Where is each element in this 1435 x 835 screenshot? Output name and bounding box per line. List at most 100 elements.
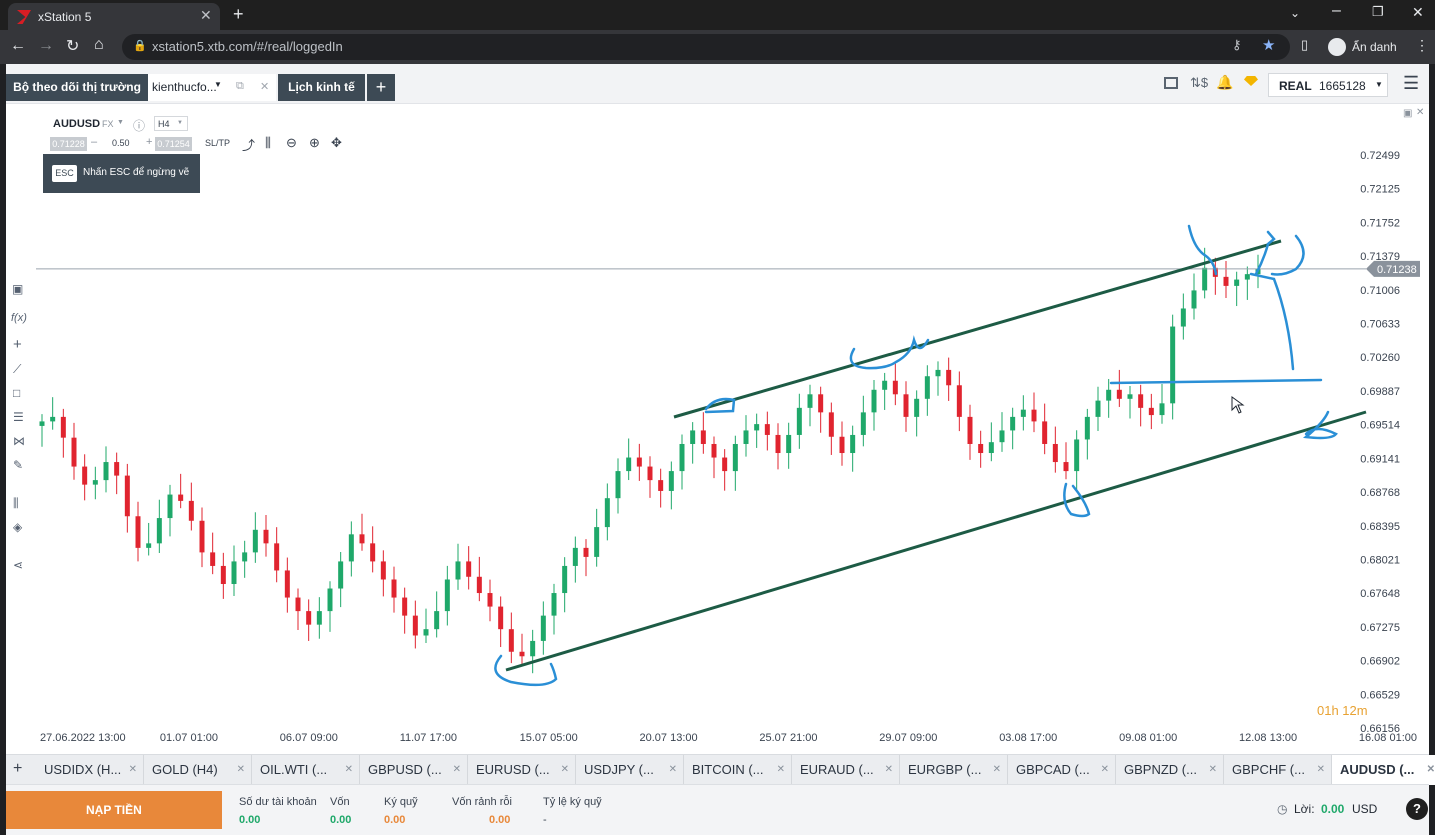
deposit-button[interactable]: NẠP TIỀN (6, 791, 222, 829)
sidepanel-icon[interactable]: ▯ (1301, 37, 1308, 53)
instrument-tab-label: GBPCAD (... (1016, 762, 1090, 777)
candle-body (380, 561, 386, 580)
profile-label[interactable]: Ẩn danh (1352, 40, 1397, 54)
tab-search-icon[interactable]: ⌄ (1290, 6, 1300, 20)
candle-body (743, 430, 749, 444)
instrument-tab[interactable]: USDJPY (... ✕ (576, 755, 684, 785)
candle-body (50, 416, 56, 422)
close-icon[interactable]: ✕ (669, 755, 677, 785)
close-icon[interactable]: ✕ (561, 755, 569, 785)
forward-icon[interactable]: → (38, 37, 54, 55)
close-icon[interactable]: ✕ (237, 755, 245, 785)
candle-body (732, 443, 738, 472)
profit-currency: USD (1352, 802, 1378, 816)
candle-body (327, 588, 333, 612)
close-icon[interactable]: ✕ (453, 755, 461, 785)
chart-area[interactable]: ▣ f(x) + ⟋ □ ☰ ⋈ ✎ ⫼ ◈ ⋖ AUDUSD FX ▼ ⓘ H… (6, 104, 1429, 754)
candle-body (423, 629, 429, 636)
tab-dropdown-icon[interactable]: ▼ (214, 80, 222, 89)
bookmark-star-icon[interactable]: ★ (1262, 36, 1275, 54)
home-icon[interactable]: ⌂ (94, 36, 104, 54)
close-icon[interactable]: ✕ (993, 755, 1001, 785)
instrument-tab[interactable]: BITCOIN (... ✕ (684, 755, 792, 785)
new-tab-icon[interactable]: + (233, 4, 244, 25)
add-tab-button[interactable]: + (367, 74, 395, 101)
profit-value: 0.00 (1321, 802, 1345, 816)
price-chart[interactable]: 0.724990.721250.717520.713790.710060.706… (6, 104, 1429, 754)
close-icon[interactable]: ✕ (777, 755, 785, 785)
candle-body (1052, 443, 1058, 463)
instrument-tab[interactable]: GBPNZD (... ✕ (1116, 755, 1224, 785)
instrument-tab[interactable]: GBPCHF (... ✕ (1224, 755, 1332, 785)
instrument-tab-label: GBPUSD (... (368, 762, 442, 777)
current-price-label: 0.71238 (1377, 264, 1417, 276)
tab-market-watch[interactable]: Bộ theo dõi thị trường (6, 74, 148, 101)
candle-body (210, 552, 216, 566)
close-icon[interactable]: ✕ (345, 755, 353, 785)
close-icon[interactable]: ✕ (129, 755, 137, 785)
restore-icon[interactable]: ❐ (1372, 4, 1384, 20)
margin-label: Ký quỹ (384, 796, 418, 808)
incognito-avatar-icon[interactable] (1328, 38, 1346, 56)
omnibox[interactable]: 🔒 xstation5.xtb.com/#/real/loggedIn ⚷ ★ (122, 34, 1290, 60)
instrument-tab[interactable]: GOLD (H4) ✕ (144, 755, 252, 785)
candle-body (828, 412, 834, 437)
help-icon[interactable]: ? (1406, 798, 1428, 820)
tab-close-icon[interactable]: ✕ (260, 80, 269, 93)
tab-close-icon[interactable]: ✕ (200, 7, 212, 24)
candle-body (1138, 394, 1144, 408)
browser-menu-icon[interactable]: ⋮ (1415, 37, 1429, 54)
hamburger-menu-icon[interactable]: ☰ (1403, 73, 1419, 94)
close-icon[interactable]: ✕ (1209, 755, 1217, 785)
layout-icon[interactable] (1164, 77, 1178, 89)
candle-body (167, 494, 173, 519)
candle-body (700, 430, 706, 444)
candle-body (1106, 389, 1112, 401)
premium-diamond-icon[interactable] (1244, 76, 1258, 86)
candle-body (455, 561, 461, 580)
tab-economic-calendar[interactable]: Lịch kinh tế (278, 74, 365, 101)
candle-body (1202, 267, 1208, 291)
close-icon[interactable]: ✕ (1317, 755, 1325, 785)
instrument-tab[interactable]: EURGBP (... ✕ (900, 755, 1008, 785)
instrument-tab[interactable]: EURAUD (... ✕ (792, 755, 900, 785)
instrument-tab[interactable]: GBPUSD (... ✕ (360, 755, 468, 785)
quotes-icon[interactable]: ⇅$ (1190, 75, 1208, 91)
key-icon[interactable]: ⚷ (1232, 37, 1242, 53)
reload-icon[interactable]: ↻ (66, 36, 79, 56)
balance-value: 0.00 (239, 814, 261, 826)
y-tick-label: 0.66902 (1360, 656, 1400, 668)
tab-user-chart[interactable]: kienthucfo... ▼ ⧉ ✕ (148, 74, 276, 101)
popout-icon[interactable]: ⧉ (236, 80, 244, 93)
x-tick-label: 12.08 13:00 (1239, 732, 1297, 744)
candle-body (1020, 409, 1026, 417)
instrument-tab[interactable]: OIL.WTI (... ✕ (252, 755, 360, 785)
close-icon[interactable]: ✕ (1427, 755, 1435, 785)
candle-body (604, 498, 610, 528)
back-icon[interactable]: ← (10, 37, 26, 55)
y-tick-label: 0.67275 (1360, 622, 1400, 634)
close-window-icon[interactable]: ✕ (1412, 4, 1424, 21)
instrument-tab[interactable]: AUDUSD (... ✕ (1332, 755, 1435, 785)
y-tick-label: 0.72125 (1360, 184, 1400, 196)
equity-value: 0.00 (330, 814, 352, 826)
free-margin-value: 0.00 (489, 814, 511, 826)
browser-tab[interactable]: xStation 5 ✕ (8, 3, 220, 30)
candle-body (914, 398, 920, 417)
x-tick-label: 11.07 17:00 (400, 732, 457, 744)
notifications-icon[interactable]: 🔔 (1216, 74, 1233, 91)
close-icon[interactable]: ✕ (1101, 755, 1109, 785)
y-tick-label: 0.69887 (1360, 386, 1400, 398)
instrument-tab[interactable]: EURUSD (... ✕ (468, 755, 576, 785)
candle-body (754, 424, 760, 431)
instrument-tab[interactable]: GBPCAD (... ✕ (1008, 755, 1116, 785)
close-icon[interactable]: ✕ (885, 755, 893, 785)
url-text[interactable]: xstation5.xtb.com/#/real/loggedIn (152, 39, 343, 54)
add-instrument-button[interactable]: + (13, 760, 22, 778)
y-tick-label: 0.70633 (1360, 319, 1400, 331)
minimize-icon[interactable]: – (1332, 2, 1341, 20)
instrument-tab[interactable]: USDIDX (H... ✕ (36, 755, 144, 785)
account-selector[interactable]: REAL 1665128 ▼ (1268, 73, 1388, 97)
x-tick-label: 03.08 17:00 (999, 732, 1057, 744)
y-tick-label: 0.69141 (1360, 453, 1400, 465)
